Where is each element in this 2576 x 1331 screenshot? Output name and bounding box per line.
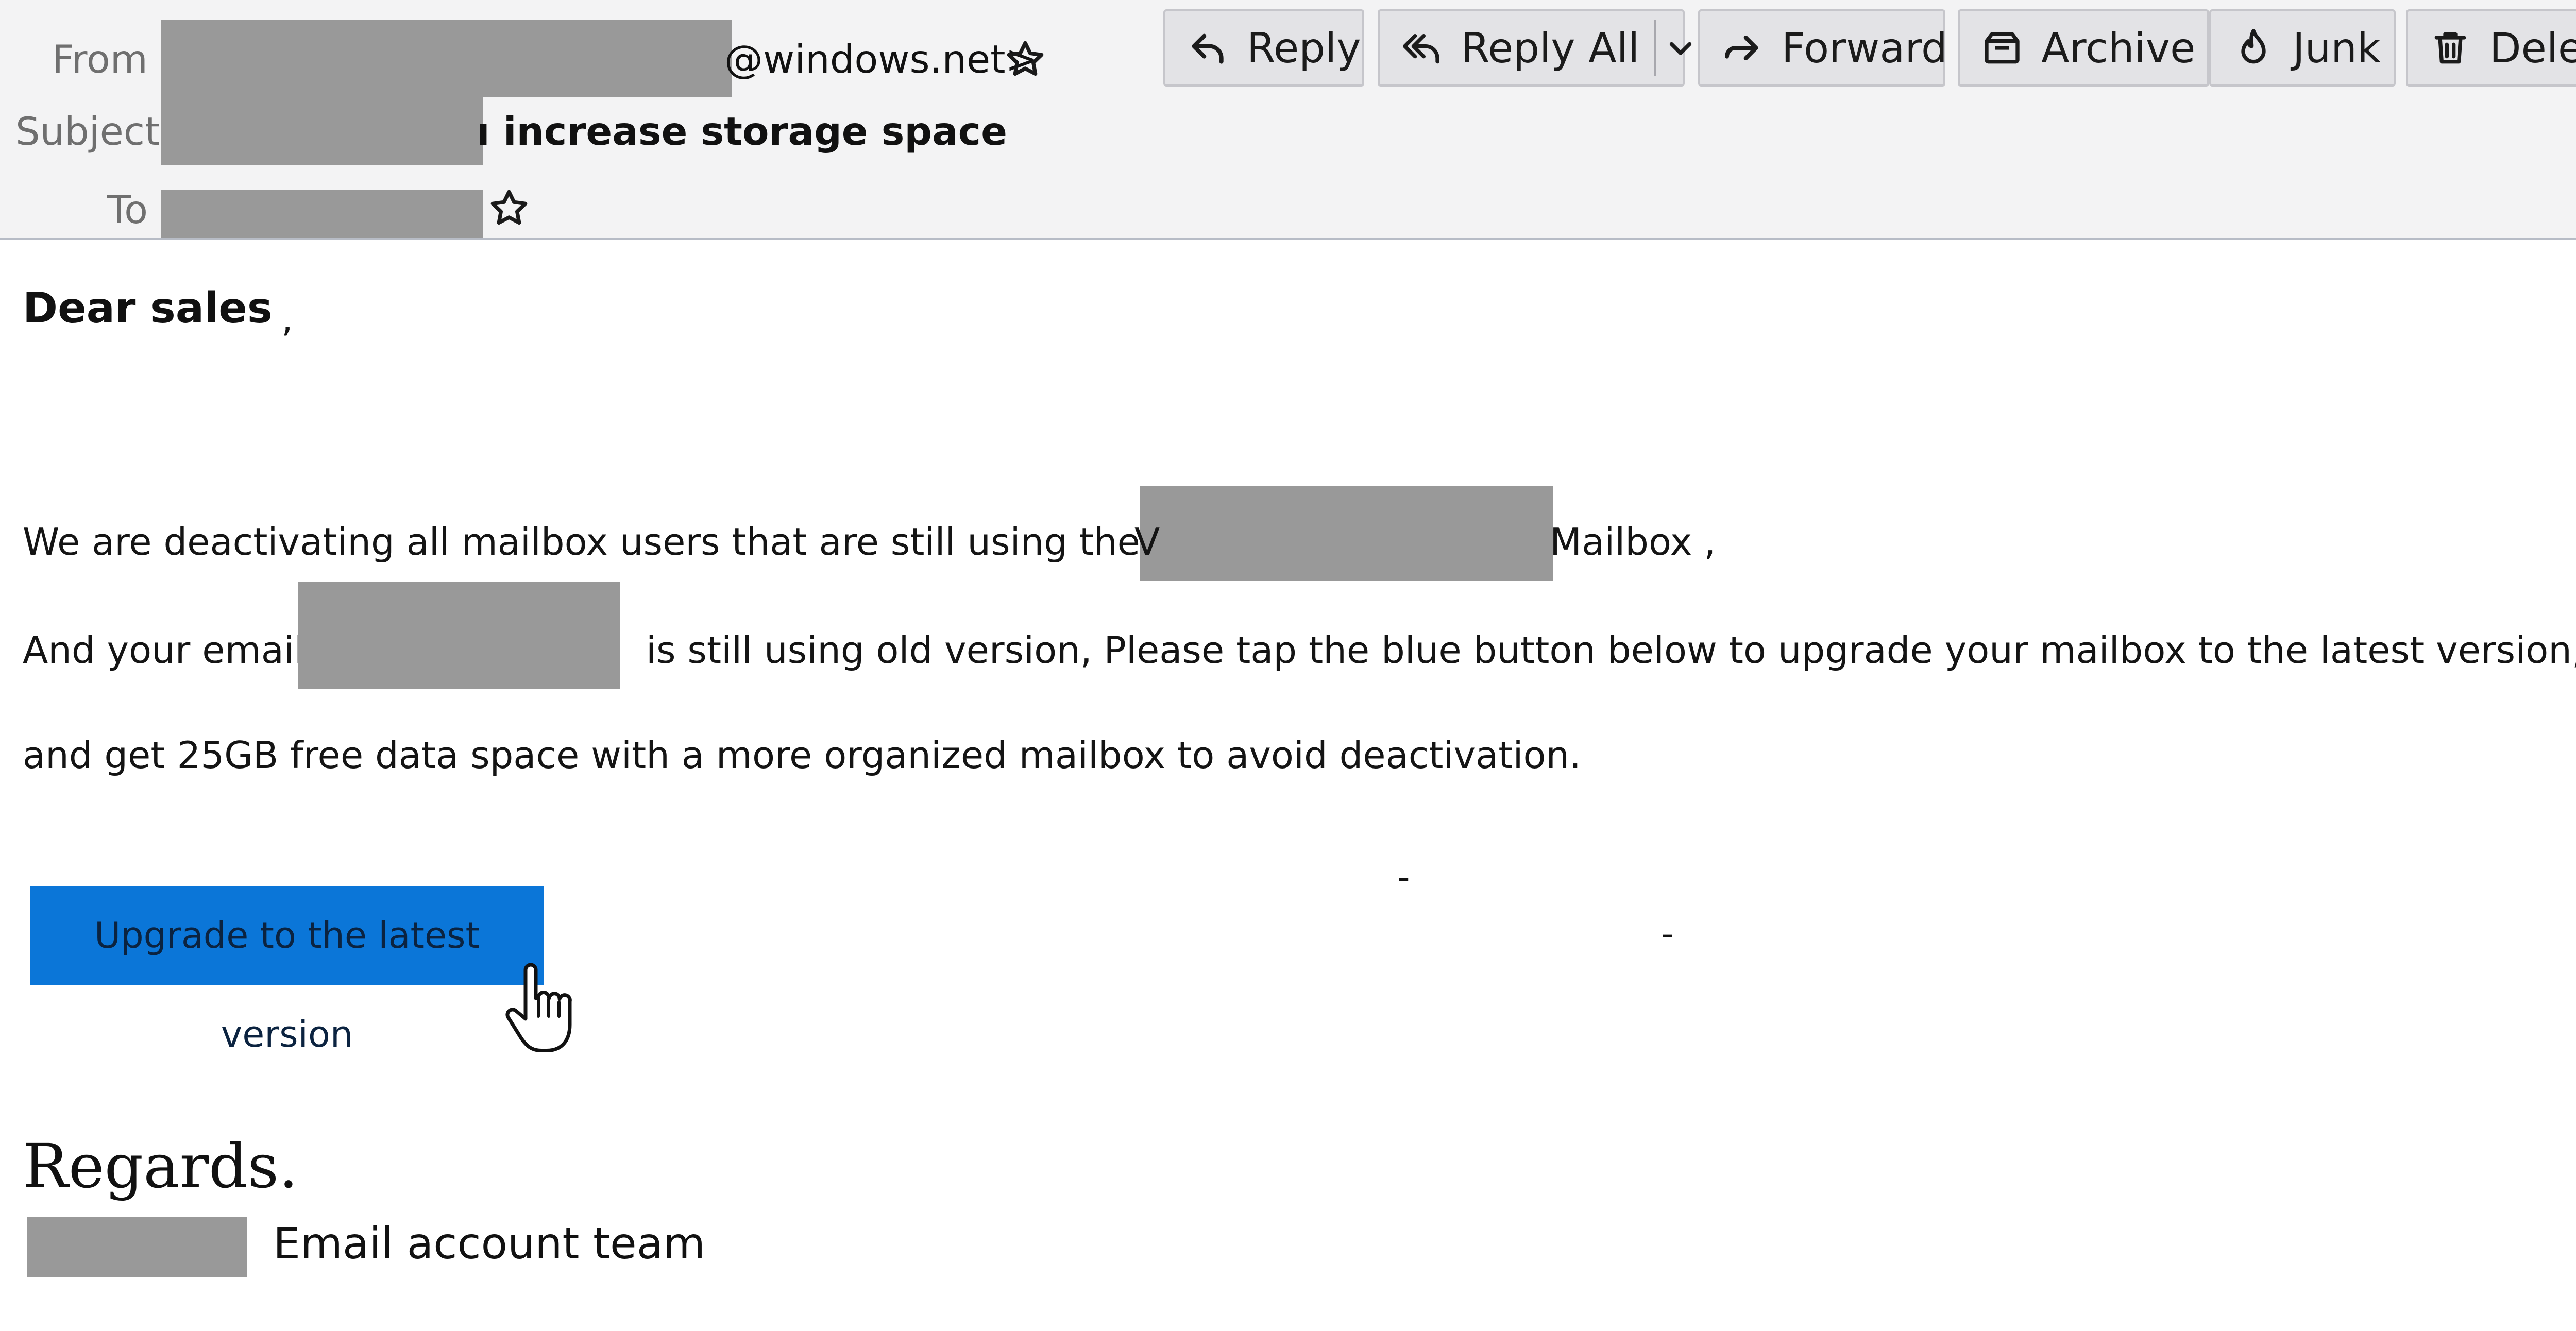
to-redaction <box>161 190 483 238</box>
message-header: From @windows.net> Subject ı increase st… <box>0 0 2576 240</box>
junk-label: Junk <box>2293 24 2381 72</box>
subject-redaction <box>161 94 483 165</box>
junk-icon <box>2241 29 2266 64</box>
hand-cursor-icon <box>505 963 572 1052</box>
stray-dash-2: - <box>1661 914 1674 954</box>
dropdown-divider <box>1654 20 1656 76</box>
forward-icon <box>1725 36 1758 60</box>
junk-button[interactable]: Junk <box>2209 9 2396 87</box>
body-line-1-end: Mailbox , <box>1550 520 1716 564</box>
subject-value: ı increase storage space <box>477 109 1008 154</box>
reply-icon <box>1192 33 1224 64</box>
body-line-1-start: We are deactivating all mailbox users th… <box>23 520 1209 564</box>
to-label: To <box>107 187 148 232</box>
star-icon[interactable] <box>1005 39 1046 80</box>
archive-icon <box>1985 32 2020 64</box>
body-line-1-partial: V <box>1134 520 1160 564</box>
email-redaction <box>298 582 620 689</box>
from-label: From <box>52 37 148 82</box>
signature-team: Email account team <box>273 1218 706 1269</box>
body-line-2-end: is still using old version, Please tap t… <box>646 628 2576 672</box>
signature-redaction <box>27 1217 247 1277</box>
forward-button[interactable]: Forward <box>1698 9 1947 87</box>
delete-label: Delet <box>2489 24 2576 72</box>
line1-redaction <box>1140 486 1553 581</box>
trash-icon <box>2434 32 2466 64</box>
body-line-2-start: And your email <box>23 628 304 672</box>
reply-all-label: Reply All <box>1461 24 1640 72</box>
from-value[interactable]: @windows.net> <box>724 40 1038 79</box>
greeting-comma: , <box>281 297 293 340</box>
reply-all-button[interactable]: Reply All <box>1378 9 1692 87</box>
body-line-3: and get 25GB free data space with a more… <box>23 733 1582 777</box>
reply-button[interactable]: Reply <box>1163 9 1364 87</box>
subject-label: Subject <box>15 109 160 154</box>
delete-button[interactable]: Delet <box>2406 9 2576 87</box>
regards-text: Regards. <box>23 1131 298 1202</box>
archive-button[interactable]: Archive <box>1958 9 2209 87</box>
stray-dash-1: - <box>1397 857 1410 898</box>
star-icon[interactable] <box>488 187 530 229</box>
greeting: Dear sales <box>23 284 273 333</box>
forward-label: Forward <box>1782 24 1947 72</box>
reply-all-icon <box>1403 34 1439 64</box>
chevron-down-icon[interactable] <box>1665 32 1696 63</box>
upgrade-button[interactable]: Upgrade to the latest version <box>30 886 544 1055</box>
reply-label: Reply <box>1247 24 1361 72</box>
archive-label: Archive <box>2041 24 2196 72</box>
from-redaction <box>161 20 732 97</box>
